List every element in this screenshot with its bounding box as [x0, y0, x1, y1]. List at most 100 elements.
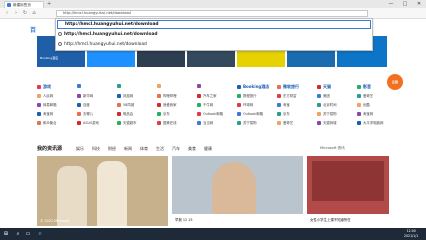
- start-button[interactable]: ⊞: [2, 230, 10, 238]
- browser-taskbar-icon[interactable]: e: [36, 230, 44, 238]
- site-link-label: 淘宝: [283, 103, 290, 107]
- site-link[interactable]: 苏宁易购: [237, 120, 257, 125]
- news-section-title: 我的资讯源: [37, 146, 63, 152]
- site-link[interactable]: 千牛网: [197, 102, 213, 107]
- category-header[interactable]: 游戏: [37, 84, 51, 90]
- new-tab-button[interactable]: +: [47, 1, 51, 7]
- minimize-button[interactable]: —: [384, 0, 398, 8]
- category-header[interactable]: Booking酒店: [237, 84, 269, 90]
- site-link[interactable]: 美团: [317, 93, 330, 98]
- site-link-label: 美团: [323, 94, 330, 98]
- site-link[interactable]: 爱奇艺: [277, 120, 293, 125]
- site-link[interactable]: 东方财富: [277, 93, 297, 98]
- site-link-label: 58同城: [123, 103, 135, 107]
- site-link[interactable]: 国美在线: [157, 120, 177, 125]
- site-link-label: 去哪儿: [83, 112, 94, 116]
- site-link[interactable]: 凤凰网: [117, 93, 133, 98]
- site-link-label: 我爱我家: [163, 103, 177, 107]
- news-tab[interactable]: 汽车: [172, 146, 180, 152]
- site-link[interactable]: 当当网: [197, 120, 213, 125]
- category-header[interactable]: 天猫: [317, 84, 331, 90]
- site-link[interactable]: 爱奇艺: [357, 93, 373, 98]
- back-button[interactable]: ‹: [3, 9, 11, 17]
- site-link[interactable]: 天猫商城: [317, 120, 337, 125]
- site-link[interactable]: 去哪儿: [77, 111, 93, 116]
- site-link[interactable]: 京东: [157, 111, 170, 116]
- suggestion-item[interactable]: http://hmcl.huangyuhui.net/download: [57, 30, 367, 39]
- search-icon[interactable]: ⌕: [14, 230, 22, 238]
- site-link[interactable]: 北京时间: [317, 102, 337, 107]
- suggestion-item[interactable]: http://hmcl.huangyuhui.net/download: [57, 40, 367, 49]
- news-tab[interactable]: 生活: [156, 146, 164, 152]
- site-link[interactable]: Outlook邮箱: [237, 111, 263, 116]
- site-link[interactable]: 百度: [77, 102, 90, 107]
- site-icon: [237, 111, 241, 116]
- news-tab[interactable]: 健康: [204, 146, 212, 152]
- site-icon: [237, 120, 241, 125]
- site-icon: [357, 120, 361, 125]
- site-link[interactable]: 淘宝网: [37, 111, 53, 116]
- site-icon: [357, 102, 361, 107]
- category-header[interactable]: [197, 84, 203, 88]
- category-header[interactable]: [117, 84, 123, 88]
- site-link[interactable]: 大平洋电脑网: [357, 120, 383, 125]
- address-input[interactable]: http://hmcl.huangyuhui.net/download: [57, 20, 371, 29]
- site-link[interactable]: 唯品会: [117, 111, 133, 116]
- site-link[interactable]: 环球网: [237, 102, 253, 107]
- site-link-label: 国美在线: [163, 121, 177, 125]
- category-header[interactable]: [77, 84, 83, 88]
- category-icon: [237, 85, 241, 89]
- site-icon: [277, 102, 281, 107]
- news-tab[interactable]: 财经: [108, 146, 116, 152]
- category-icon: [197, 84, 201, 88]
- site-link[interactable]: 人民网: [37, 93, 53, 98]
- task-view-icon[interactable]: ▭: [24, 230, 32, 238]
- site-link[interactable]: 京东: [277, 111, 290, 116]
- address-bar[interactable]: http://hmcl.huangyuhui.net/download: [56, 10, 368, 17]
- site-link[interactable]: 汽车之家: [197, 93, 217, 98]
- category-icon: [117, 84, 121, 88]
- news-image-family[interactable]: © 2022 Microsoft: [37, 156, 168, 226]
- home-button[interactable]: ⌂: [30, 9, 38, 17]
- site-link[interactable]: 和众聚合: [37, 120, 57, 125]
- site-icon: [77, 120, 81, 125]
- close-button[interactable]: ✕: [412, 0, 426, 8]
- site-link[interactable]: 58同城: [117, 102, 134, 107]
- category-icon: [37, 85, 41, 89]
- browser-tab[interactable]: 新建标签页: [4, 1, 44, 8]
- site-link[interactable]: 优酷: [357, 102, 370, 107]
- category-icon: [317, 85, 321, 89]
- site-link-label: 和众聚合: [43, 121, 57, 125]
- site-link[interactable]: 携程旅行: [237, 93, 257, 98]
- news-image-store[interactable]: 女性小学生上课不知道所在: [307, 156, 389, 226]
- site-icon: [277, 120, 281, 125]
- news-tab[interactable]: 新闻: [124, 146, 132, 152]
- category-header[interactable]: [157, 84, 163, 88]
- site-icon: [237, 102, 241, 107]
- site-link[interactable]: 天猫超市: [117, 120, 137, 125]
- news-tab[interactable]: 美食: [188, 146, 196, 152]
- site-link[interactable]: ASUS游戏: [77, 120, 99, 125]
- news-tab[interactable]: 娱乐: [76, 146, 84, 152]
- maximize-button[interactable]: □: [398, 0, 412, 8]
- news-tab[interactable]: 科技: [92, 146, 100, 152]
- refresh-button[interactable]: ↻: [21, 9, 29, 17]
- news-image-portrait[interactable]: 早报 12 15: [172, 156, 303, 226]
- site-link[interactable]: 新华网: [77, 93, 93, 98]
- site-link[interactable]: Outlook邮箱: [197, 111, 223, 116]
- site-link[interactable]: 哔哩哔哩: [157, 93, 177, 98]
- site-link-label: 淘宝网: [43, 112, 54, 116]
- category-header[interactable]: 微软旅行: [277, 84, 299, 90]
- site-link[interactable]: 我爱我家: [157, 102, 177, 107]
- feedback-button[interactable]: 反馈: [387, 74, 403, 90]
- site-link[interactable]: 淘宝: [277, 102, 290, 107]
- forward-button[interactable]: ›: [12, 9, 20, 17]
- site-link[interactable]: 网易邮箱: [37, 102, 57, 107]
- news-tab[interactable]: 体育: [140, 146, 148, 152]
- site-link-label: 哔哩哔哩: [163, 94, 177, 98]
- category-title: 天猫: [323, 84, 331, 89]
- category-header[interactable]: 影音: [357, 84, 371, 90]
- site-link[interactable]: 淘宝网: [357, 111, 373, 116]
- site-link[interactable]: 苏宁易购: [317, 111, 337, 116]
- site-icon: [317, 102, 321, 107]
